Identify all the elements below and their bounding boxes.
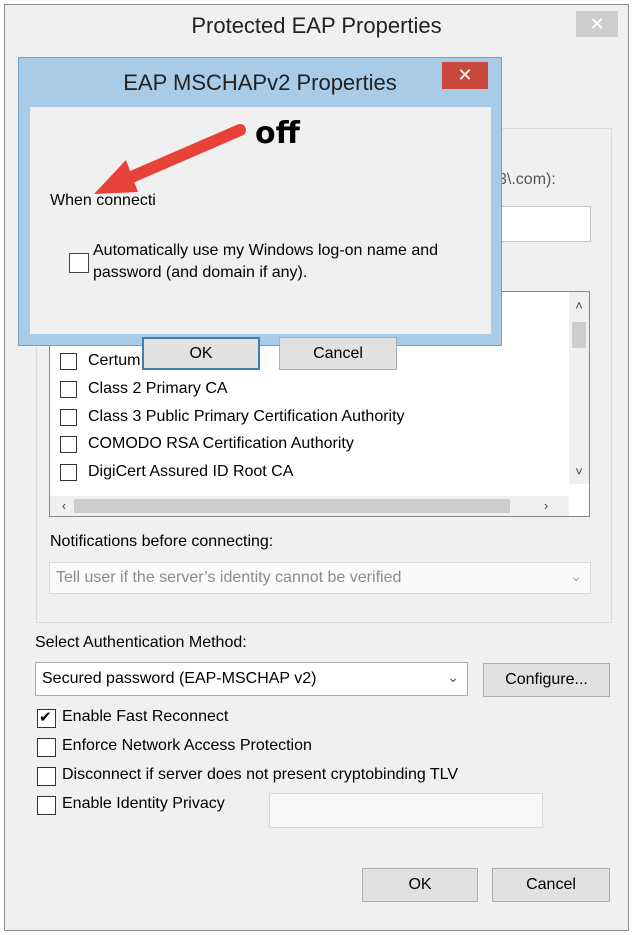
auth-method-label: Select Authentication Method:	[35, 634, 247, 651]
scroll-thumb[interactable]	[74, 499, 510, 513]
checkbox[interactable]	[37, 796, 56, 815]
auth-method-select[interactable]: Secured password (EAP-MSCHAP v2) ⌄	[35, 662, 468, 696]
scroll-left-icon[interactable]: ‹	[54, 496, 74, 516]
auto-logon-label-line2: password (and domain if any).	[93, 264, 308, 281]
checkbox[interactable]	[60, 436, 77, 453]
option-enable-identity-privacy[interactable]: Enable Identity Privacy	[37, 794, 257, 815]
server-names-input[interactable]	[496, 206, 591, 242]
ok-button[interactable]: OK	[362, 868, 478, 902]
option-label: Disconnect if server does not present cr…	[62, 766, 459, 783]
chevron-down-icon: ⌄	[447, 669, 459, 685]
horizontal-scrollbar[interactable]: ‹ ›	[50, 496, 569, 516]
cert-label: Class 2 Primary CA	[88, 380, 228, 397]
vertical-scrollbar[interactable]: ˄ ˅	[569, 292, 589, 484]
annotation-arrow-icon	[94, 124, 246, 194]
scroll-thumb[interactable]	[572, 322, 586, 348]
cancel-button[interactable]: Cancel	[279, 337, 397, 370]
dialog-title: EAP MSCHAPv2 Properties	[123, 70, 397, 95]
close-button[interactable]: ✕	[576, 11, 618, 37]
configure-button[interactable]: Configure...	[483, 663, 610, 697]
cancel-button[interactable]: Cancel	[492, 868, 610, 902]
checkbox[interactable]	[60, 464, 77, 481]
cert-label: DigiCert Assured ID Root CA	[88, 463, 294, 480]
annotation-off-text: off	[255, 116, 300, 151]
option-enforce-nap[interactable]: Enforce Network Access Protection	[37, 736, 357, 757]
checkbox[interactable]	[37, 767, 56, 786]
cert-label: Class 3 Public Primary Certification Aut…	[88, 408, 405, 425]
chevron-down-icon: ⌄	[570, 568, 582, 584]
checkbox[interactable]	[37, 738, 56, 757]
option-enable-fast-reconnect[interactable]: Enable Fast Reconnect	[37, 707, 297, 728]
checkbox[interactable]	[60, 381, 77, 398]
scroll-down-icon[interactable]: ˅	[569, 462, 589, 482]
option-disconnect-cryptobinding[interactable]: Disconnect if server does not present cr…	[37, 765, 517, 786]
notifications-select: Tell user if the server’s identity canno…	[49, 562, 591, 594]
option-label: Enable Fast Reconnect	[62, 708, 229, 725]
cert-label: COMODO RSA Certification Authority	[88, 435, 354, 452]
notifications-value: Tell user if the server’s identity canno…	[56, 569, 402, 586]
scroll-up-icon[interactable]: ˄	[569, 296, 589, 316]
auto-logon-checkbox[interactable]	[69, 253, 89, 273]
option-label: Enforce Network Access Protection	[62, 737, 312, 754]
close-button[interactable]: ✕	[442, 62, 488, 89]
server-names-label-partial: 3\.com):	[498, 171, 556, 188]
option-label: Enable Identity Privacy	[62, 795, 225, 812]
auth-method-value: Secured password (EAP-MSCHAP v2)	[42, 670, 317, 687]
scroll-right-icon[interactable]: ›	[536, 496, 556, 516]
checkbox[interactable]	[60, 409, 77, 426]
checkbox[interactable]	[37, 708, 56, 728]
identity-privacy-input	[269, 793, 543, 828]
ok-button[interactable]: OK	[142, 337, 260, 370]
checkbox[interactable]	[60, 353, 77, 370]
window-title: Protected EAP Properties	[191, 13, 442, 38]
notifications-label: Notifications before connecting:	[50, 533, 274, 550]
auto-logon-label-line1: Automatically use my Windows log-on name…	[93, 242, 439, 259]
